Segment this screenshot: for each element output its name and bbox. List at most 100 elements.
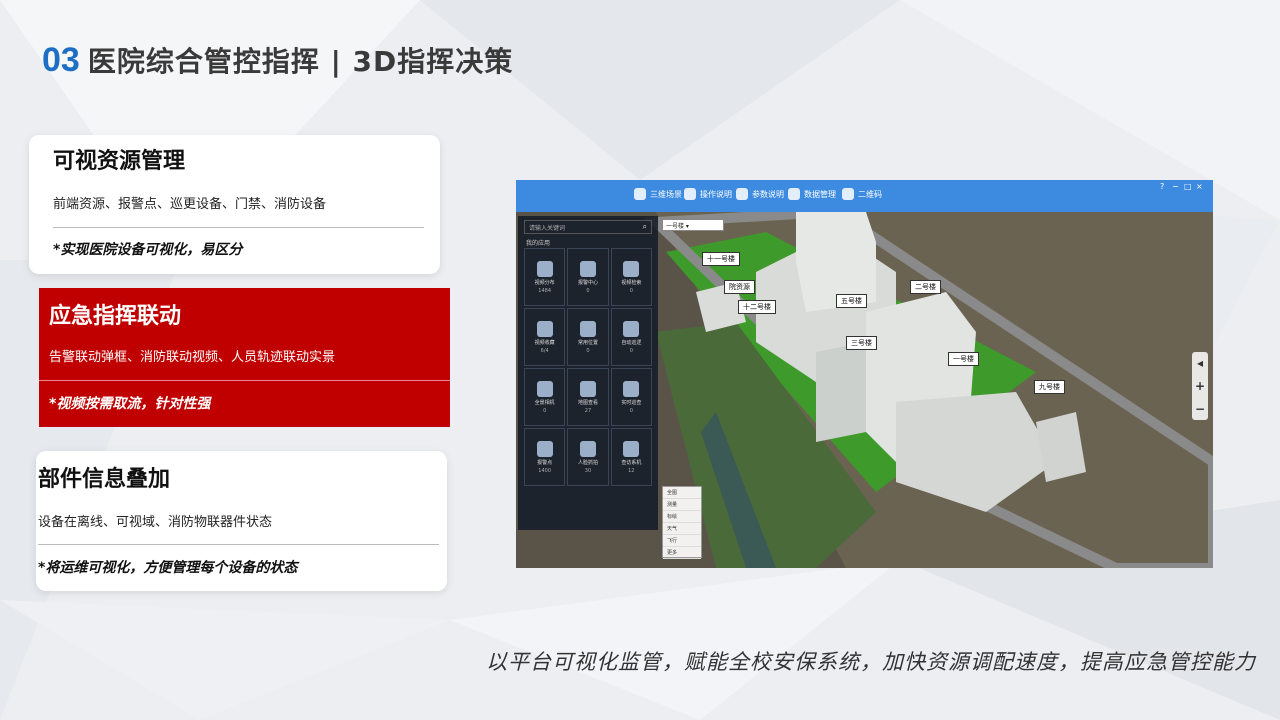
tile-label: 实时巡查 — [621, 399, 642, 406]
tile-count: 0 — [586, 287, 590, 294]
divider — [53, 227, 424, 228]
tile-label: 报警点 — [537, 459, 553, 466]
building-label[interactable]: 九号楼 — [1034, 380, 1065, 394]
tile-count: 0 — [629, 287, 633, 294]
window-minimize-icon[interactable]: − — [1172, 182, 1179, 191]
card-note: *将运维可视化，方便管理每个设备的状态 — [38, 560, 298, 576]
map-tool-item[interactable]: 更多 — [663, 547, 701, 559]
tile-count: 0 — [629, 347, 633, 354]
toolbar-item-data[interactable]: 数据管理 — [788, 188, 836, 200]
toolbar-item-instructions[interactable]: 操作说明 — [684, 188, 732, 200]
panel-label: 我的应用 — [526, 240, 551, 247]
feature-card-visual-resources: 可视资源管理 前端资源、报警点、巡更设备、门禁、消防设备 *实现医院设备可视化，… — [29, 135, 440, 274]
feature-card-component-overlay: 部件信息叠加 设备在离线、可视域、消防物联器件状态 *将运维可视化，方便管理每个… — [36, 451, 447, 591]
map-tool-item[interactable]: 测量 — [663, 499, 701, 511]
tile-label: 报警中心 — [577, 279, 598, 286]
data-icon — [788, 188, 800, 200]
app-tile[interactable]: 全景相机 0 — [524, 368, 566, 426]
toolbar-item-3d-scene[interactable]: 三维场景 — [634, 188, 682, 200]
tile-count: 6/4 — [540, 347, 549, 354]
card-heading: 可视资源管理 — [53, 149, 186, 174]
app-tile[interactable]: 自动巡逻 0 — [610, 308, 652, 366]
qrcode-icon — [842, 188, 854, 200]
building-label[interactable]: 十一号楼 — [702, 252, 740, 266]
tile-label: 地图查看 — [577, 399, 598, 406]
map-icon — [579, 380, 596, 397]
app-side-panel: 请输入关键词 ⌕ 我的应用 视频分布 1484 报警中心 0 视频检索 0 视频收藏 6/4 常… — [518, 216, 658, 530]
tile-count: 1400 — [538, 467, 552, 474]
window-help-icon[interactable]: ? — [1160, 182, 1164, 191]
toolbar-item-qrcode[interactable]: 二维码 — [842, 188, 882, 200]
card-note: *视频按需取流，针对性强 — [49, 396, 211, 412]
building-label[interactable]: 二号楼 — [910, 280, 941, 294]
divider — [39, 380, 450, 381]
app-tile[interactable]: 报警点 1400 — [524, 428, 566, 486]
zoom-in-icon[interactable]: + — [1195, 379, 1205, 393]
window-close-icon[interactable]: × — [1196, 182, 1203, 191]
video-icon — [536, 260, 553, 277]
card-description: 告警联动弹框、消防联动视频、人员轨迹联动实景 — [49, 350, 336, 365]
app-tile[interactable]: 视频分布 1484 — [524, 248, 566, 306]
hand-icon — [684, 188, 696, 200]
map-tool-item[interactable]: 全图 — [663, 487, 701, 499]
footer-tagline: 以平台可视化监管，赋能全校安保系统，加快资源调配速度，提高应急管控能力 — [486, 650, 1256, 674]
feature-card-emergency-command: 应急指挥联动 告警联动弹框、消防联动视频、人员轨迹联动实景 *视频按需取流，针对… — [39, 288, 450, 427]
card-heading: 应急指挥联动 — [49, 304, 182, 329]
app-tile[interactable]: 人脸抓拍 30 — [567, 428, 609, 486]
people-icon — [623, 440, 640, 457]
building-label[interactable]: 三号楼 — [846, 336, 877, 350]
app-tile[interactable]: 报警中心 0 — [567, 248, 609, 306]
card-note: *实现医院设备可视化，易区分 — [53, 242, 243, 258]
database-icon — [623, 260, 640, 277]
card-description: 设备在离线、可视域、消防物联器件状态 — [38, 515, 273, 530]
building-label[interactable]: 五号楼 — [836, 294, 867, 308]
building-label[interactable]: 一号楼 — [948, 352, 979, 366]
tile-label: 人脸抓拍 — [577, 459, 598, 466]
siren-icon — [536, 440, 553, 457]
app-tile[interactable]: 查访系机 12 — [610, 428, 652, 486]
card-description: 前端资源、报警点、巡更设备、门禁、消防设备 — [53, 197, 327, 212]
tile-count: 0 — [586, 347, 590, 354]
zoom-control: ◂ + − — [1192, 352, 1208, 420]
map-tool-item[interactable]: 天气 — [663, 523, 701, 535]
collapse-icon[interactable]: ◂ — [1197, 356, 1203, 370]
map-tools: 全图 测量 标绘 天气 飞行 更多 — [662, 486, 702, 559]
window-maximize-icon[interactable]: □ — [1184, 182, 1192, 191]
tile-count: 12 — [628, 467, 635, 474]
tile-label: 视频收藏 — [534, 339, 555, 346]
app-tile[interactable]: 视频检索 0 — [610, 248, 652, 306]
app-tile-grid: 视频分布 1484 报警中心 0 视频检索 0 视频收藏 6/4 常用位置 0 自动巡逻 0 全景相机 0… — [524, 248, 652, 486]
map-tool-item[interactable]: 飞行 — [663, 535, 701, 547]
toolbar-item-parameters[interactable]: 参数说明 — [736, 188, 784, 200]
map-tool-item[interactable]: 标绘 — [663, 511, 701, 523]
scene-icon — [634, 188, 646, 200]
search-input[interactable]: 请输入关键词 ⌕ — [524, 220, 652, 234]
divider — [38, 544, 439, 545]
tile-label: 全景相机 — [534, 399, 555, 406]
app-tile[interactable]: 实时巡查 0 — [610, 368, 652, 426]
patrol-icon — [623, 320, 640, 337]
tile-label: 视频分布 — [534, 279, 555, 286]
section-title: 医院综合管控指挥 | 3D指挥决策 — [87, 45, 514, 78]
location-icon — [579, 320, 596, 337]
building-select[interactable]: 一号楼 ▾ — [662, 219, 724, 231]
tile-label: 常用位置 — [577, 339, 598, 346]
app-tile[interactable]: 常用位置 0 — [567, 308, 609, 366]
tile-label: 自动巡逻 — [621, 339, 642, 346]
section-number: 03 — [42, 41, 80, 79]
tile-label: 查访系机 — [621, 459, 642, 466]
card-heading: 部件信息叠加 — [38, 467, 171, 492]
app-tile[interactable]: 地图查看 27 — [567, 368, 609, 426]
building-label[interactable]: 院资源 — [724, 280, 755, 294]
tile-count: 0 — [543, 407, 547, 414]
app-toolbar: 三维场景 操作说明 参数说明 数据管理 二维码 ? − □ × — [516, 180, 1213, 212]
zoom-out-icon[interactable]: − — [1195, 402, 1205, 416]
building-label[interactable]: 十二号楼 — [738, 300, 776, 314]
app-tile[interactable]: 视频收藏 6/4 — [524, 308, 566, 366]
page-title: 03 医院综合管控指挥 | 3D指挥决策 — [42, 40, 513, 80]
tile-count: 27 — [584, 407, 592, 414]
tile-count: 0 — [629, 407, 633, 414]
tile-label: 视频检索 — [621, 279, 642, 286]
search-icon[interactable]: ⌕ — [643, 222, 647, 232]
camera-icon — [536, 380, 553, 397]
